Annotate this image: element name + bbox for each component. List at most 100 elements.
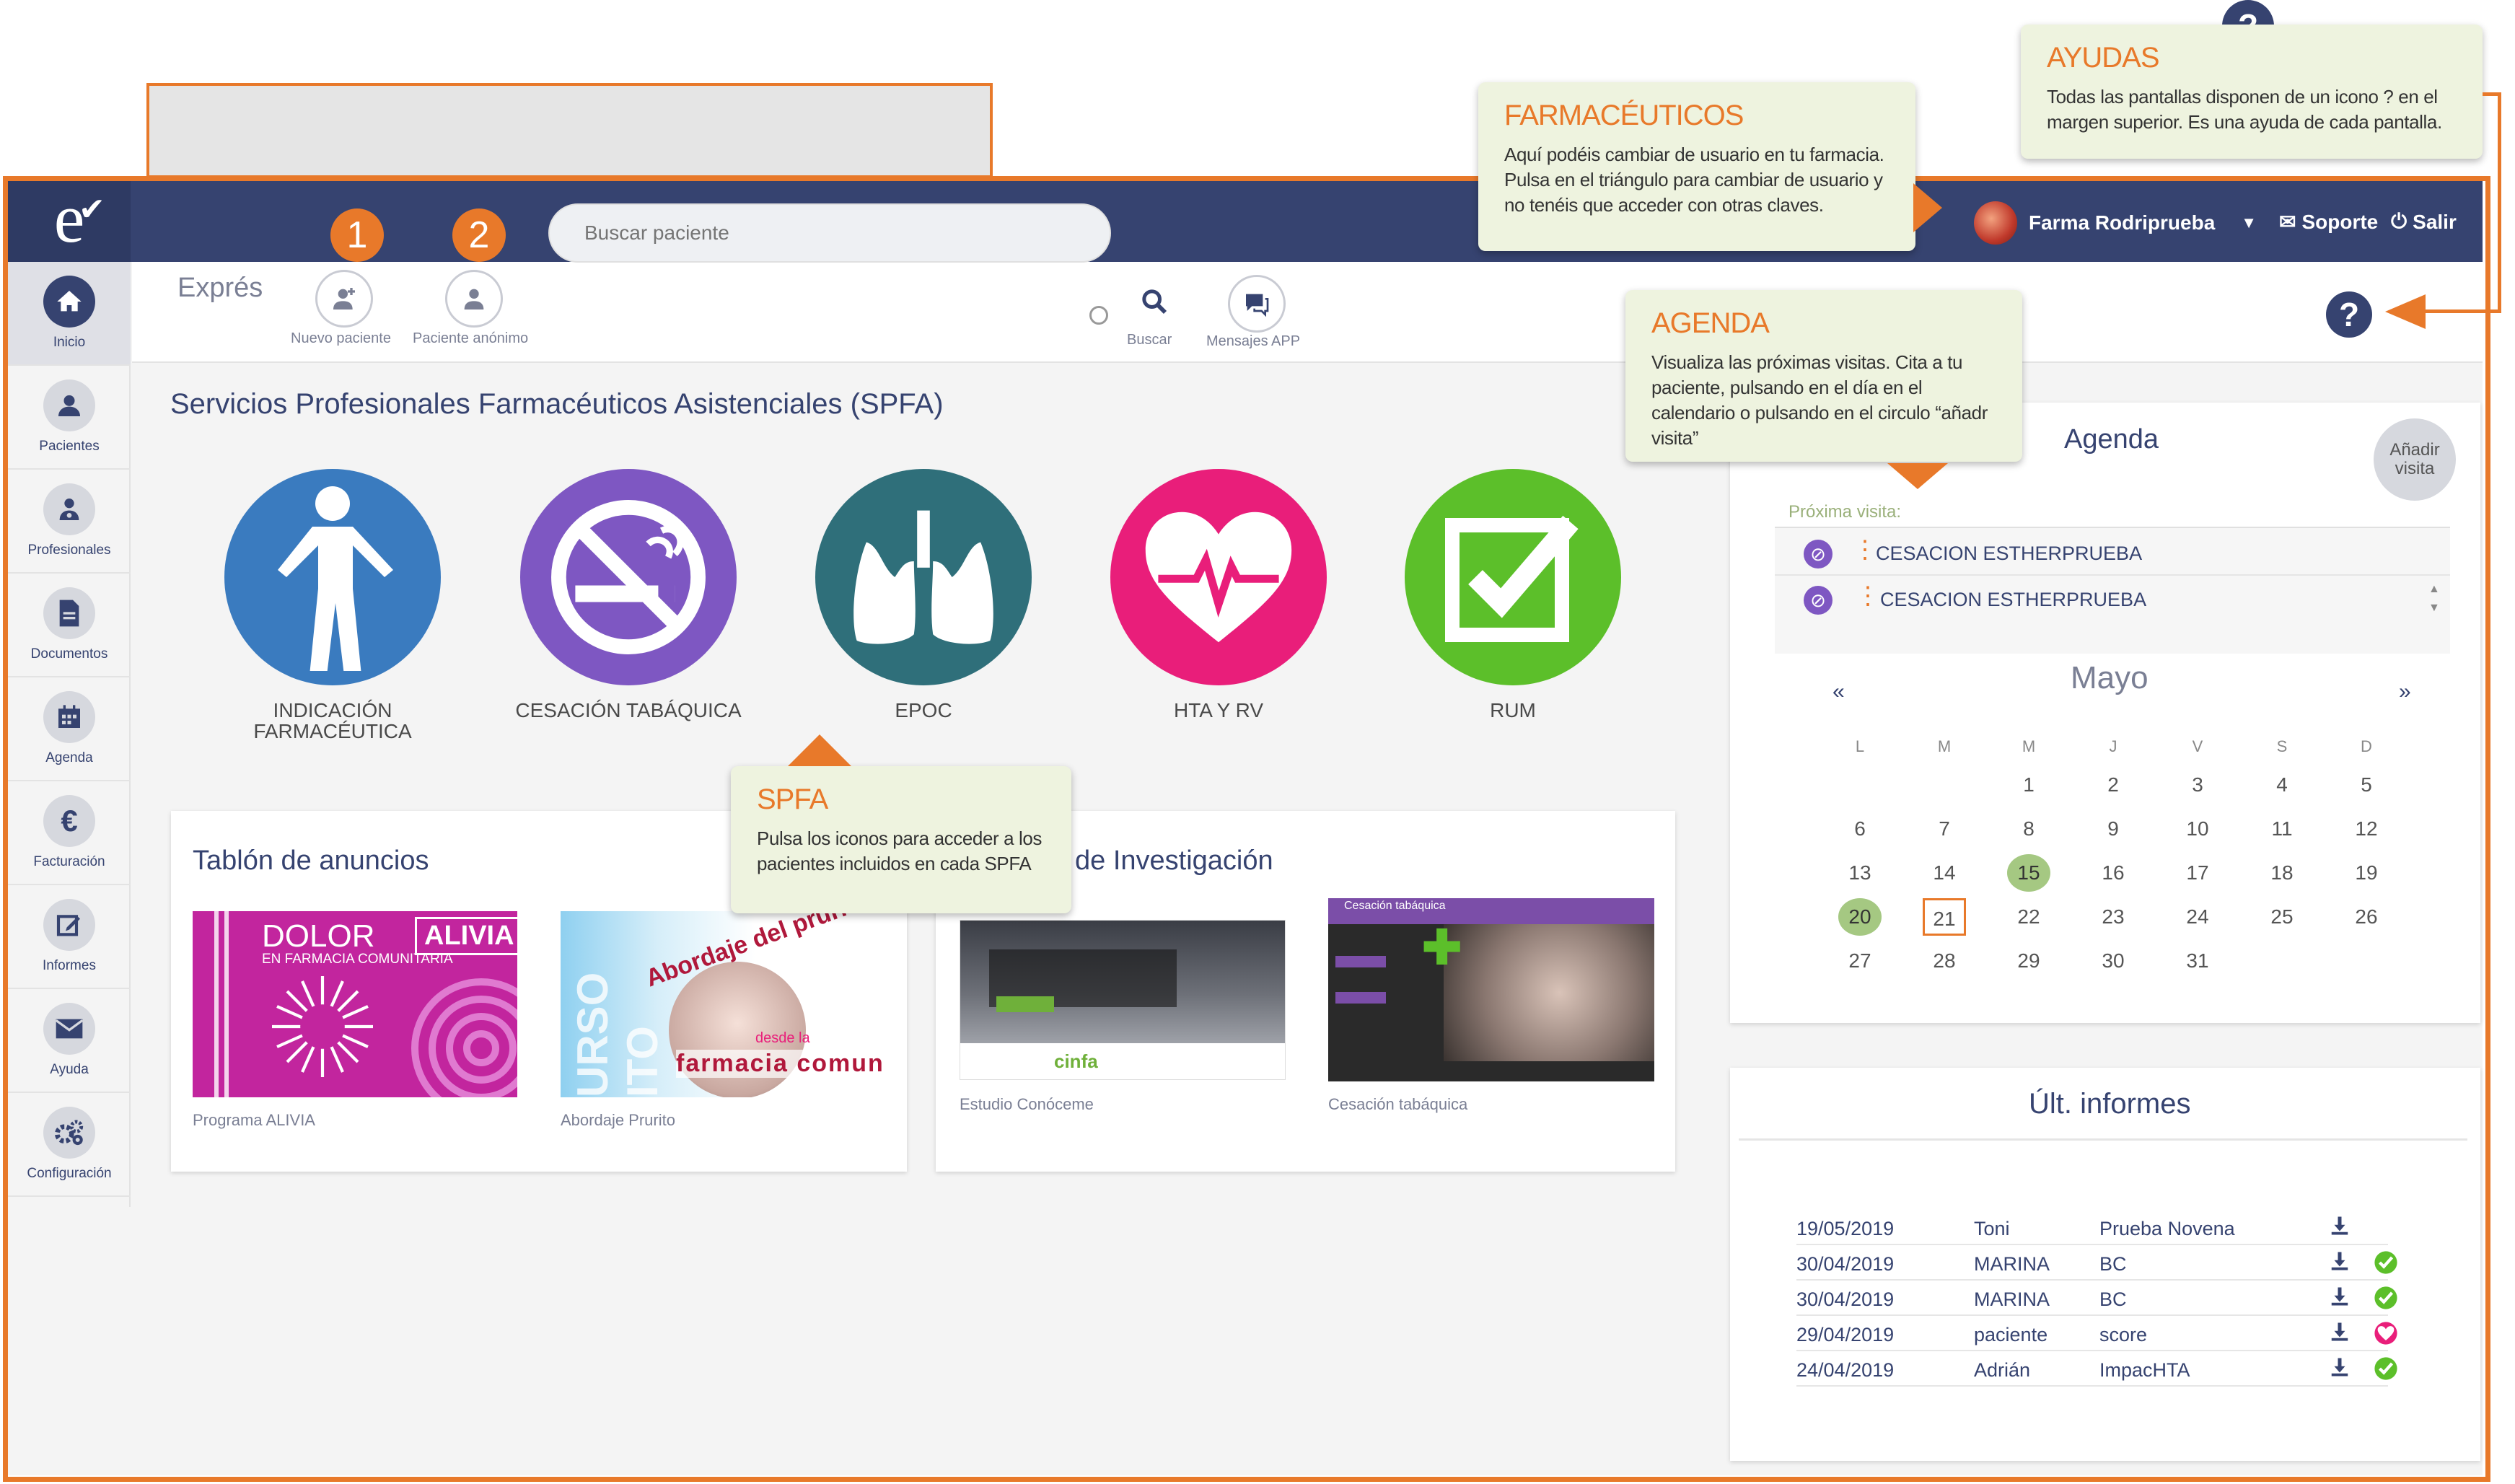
prev-month-button[interactable]: « <box>1833 680 1845 704</box>
calendar-day[interactable]: 4 <box>2260 766 2304 804</box>
calendar-day[interactable]: 3 <box>2176 766 2219 804</box>
envelope-icon: ✉ <box>2279 211 2296 233</box>
calendar-day[interactable]: 9 <box>2092 810 2135 848</box>
calendar-day[interactable]: 8 <box>2007 810 2050 848</box>
download-icon[interactable] <box>2329 1321 2351 1348</box>
visit-name: CESACION ESTHERPRUEBA <box>1876 543 2143 564</box>
logout-link[interactable]: ⏻ Salir <box>2391 210 2457 234</box>
sidebar-item-label: Facturación <box>33 854 105 869</box>
support-link[interactable]: ✉ Soporte <box>2279 210 2378 234</box>
calendar-day[interactable]: 29 <box>2007 942 2050 980</box>
spfa-cesacion-button[interactable] <box>520 469 737 685</box>
tooltip-ayudas: AYUDAS Todas las pantallas disponen de u… <box>2021 25 2483 159</box>
check-status-icon <box>2374 1286 2398 1315</box>
sidebar-item-label: Agenda <box>45 750 93 765</box>
visit-scrollbar[interactable]: ▲ ▼ <box>2428 580 2440 618</box>
app-logo[interactable]: e ✔ <box>8 181 131 262</box>
calendar-day[interactable]: 11 <box>2260 810 2304 848</box>
spfa-rum-button[interactable] <box>1405 469 1621 685</box>
home-icon <box>43 276 95 328</box>
thumb-brand: desde la <box>755 1030 810 1046</box>
calendar-day[interactable]: 17 <box>2176 854 2219 892</box>
calendar-day[interactable]: 31 <box>2176 942 2219 980</box>
search-clear-icon[interactable] <box>1089 306 1108 325</box>
download-icon[interactable] <box>2329 1286 2351 1312</box>
calendar-day[interactable]: 28 <box>1923 942 1966 980</box>
calendar-day[interactable]: 16 <box>2092 854 2135 892</box>
professionals-icon <box>43 483 95 535</box>
download-icon[interactable] <box>2329 1215 2351 1242</box>
weekday-header: S <box>2276 737 2288 755</box>
next-month-button[interactable]: » <box>2399 680 2411 704</box>
calendar-day[interactable]: 26 <box>2345 898 2388 936</box>
calendar-day[interactable]: 6 <box>1838 810 1882 848</box>
add-visit-button[interactable]: Añadir visita <box>2374 418 2456 501</box>
sidebar-item-documentos[interactable]: Documentos <box>8 574 131 677</box>
calendar-day[interactable]: 2 <box>2092 766 2135 804</box>
visit-item[interactable]: ⊘ ⋮ CESACION ESTHERPRUEBA <box>1775 531 2450 576</box>
sidebar-item-facturacion[interactable]: € Facturación <box>8 781 131 885</box>
sidebar-item-pacientes[interactable]: Pacientes <box>8 366 131 470</box>
sidebar-item-configuracion[interactable]: Configuración <box>8 1093 131 1197</box>
reports-title: Últ. informes <box>2029 1088 2191 1120</box>
calendar-day[interactable]: 20 <box>1838 898 1882 936</box>
patient-search-input[interactable] <box>548 203 1111 263</box>
sidebar-item-label: Inicio <box>53 335 86 350</box>
visit-item[interactable]: ⊘ ⋮ CESACION ESTHERPRUEBA ▲ ▼ <box>1775 577 2450 622</box>
calendar-day[interactable]: 19 <box>2345 854 2388 892</box>
thumb-subtitle: farmacia comunitaria <box>676 1050 885 1078</box>
sidebar-item-informes[interactable]: Informes <box>8 885 131 989</box>
spfa-epoc-button[interactable] <box>815 469 1032 685</box>
sidebar-item-ayuda[interactable]: Ayuda <box>8 989 131 1093</box>
download-icon[interactable] <box>2329 1356 2351 1383</box>
calendar-day[interactable]: 12 <box>2345 810 2388 848</box>
calendar-day[interactable]: 7 <box>1923 810 1966 848</box>
spfa-label: INDICACIÓN FARMACÉUTICA <box>253 699 412 743</box>
spfa-hta-button[interactable] <box>1110 469 1327 685</box>
calendar-day[interactable]: 5 <box>2345 766 2388 804</box>
reports-table: 19/05/2019 Toni Prueba Novena 30/04/2019 MAR… <box>1796 1211 2431 1398</box>
tooltip-arrow <box>1913 183 1942 232</box>
sidebar-item-profesionales[interactable]: Profesionales <box>8 470 131 574</box>
calendar-day[interactable]: 13 <box>1838 854 1882 892</box>
app-messages-button[interactable] <box>1228 275 1286 333</box>
report-cell: Prueba Novena <box>2099 1218 2235 1239</box>
user-dropdown-caret-icon[interactable]: ▼ <box>2241 214 2257 232</box>
download-icon[interactable] <box>2329 1250 2351 1277</box>
calendar-icon <box>43 691 95 743</box>
document-icon <box>43 587 95 639</box>
calendar-day[interactable]: 14 <box>1923 854 1966 892</box>
calendar-day[interactable]: 21 <box>1923 898 1966 936</box>
express-title: Exprés <box>177 273 263 303</box>
calendar-day[interactable]: 10 <box>2176 810 2219 848</box>
calendar-day[interactable]: 18 <box>2260 854 2304 892</box>
spfa-indicacion-button[interactable] <box>224 469 441 685</box>
tooltip-arrow <box>1887 463 1948 489</box>
no-smoking-icon: ⊘ <box>1804 586 1833 615</box>
sidebar-item-agenda[interactable]: Agenda <box>8 677 131 781</box>
calendar-day[interactable]: 15 <box>2007 854 2050 892</box>
check-status-icon <box>2374 1250 2398 1280</box>
calendar-day[interactable]: 25 <box>2260 898 2304 936</box>
user-name: Farma Rodriprueba <box>2029 211 2216 234</box>
smoker-photo <box>1444 924 1654 1061</box>
calendar-day[interactable]: 23 <box>2092 898 2135 936</box>
user-switcher[interactable]: Farma Rodriprueba ▼ <box>1974 201 2257 245</box>
anonymous-patient-button[interactable] <box>445 270 503 328</box>
calendar-day[interactable]: 1 <box>2007 766 2050 804</box>
cesacion-thumbnail[interactable]: Cesación tabáquica ✚ <box>1328 898 1654 1081</box>
new-patient-button[interactable] <box>315 270 373 328</box>
alivia-thumbnail[interactable]: DOLOR EN FARMACIA COMUNITARIA ALIVIA <box>193 911 517 1097</box>
calendar-day[interactable]: 30 <box>2092 942 2135 980</box>
report-cell: 24/04/2019 <box>1796 1359 1895 1381</box>
tooltip-title: AGENDA <box>1651 307 1770 339</box>
conoceme-thumbnail[interactable]: cinfa <box>960 920 1286 1080</box>
search-label: Buscar <box>1127 332 1172 348</box>
calendar-day[interactable]: 24 <box>2176 898 2219 936</box>
sidebar-item-inicio[interactable]: Inicio <box>8 262 131 366</box>
calendar-day[interactable]: 27 <box>1838 942 1882 980</box>
search-button[interactable] <box>1140 287 1169 320</box>
help-icon[interactable]: ? <box>2326 291 2372 338</box>
calendar-day[interactable]: 22 <box>2007 898 2050 936</box>
prurito-thumbnail[interactable]: URSO ITO Abordaje del prurito desde la f… <box>561 911 885 1097</box>
